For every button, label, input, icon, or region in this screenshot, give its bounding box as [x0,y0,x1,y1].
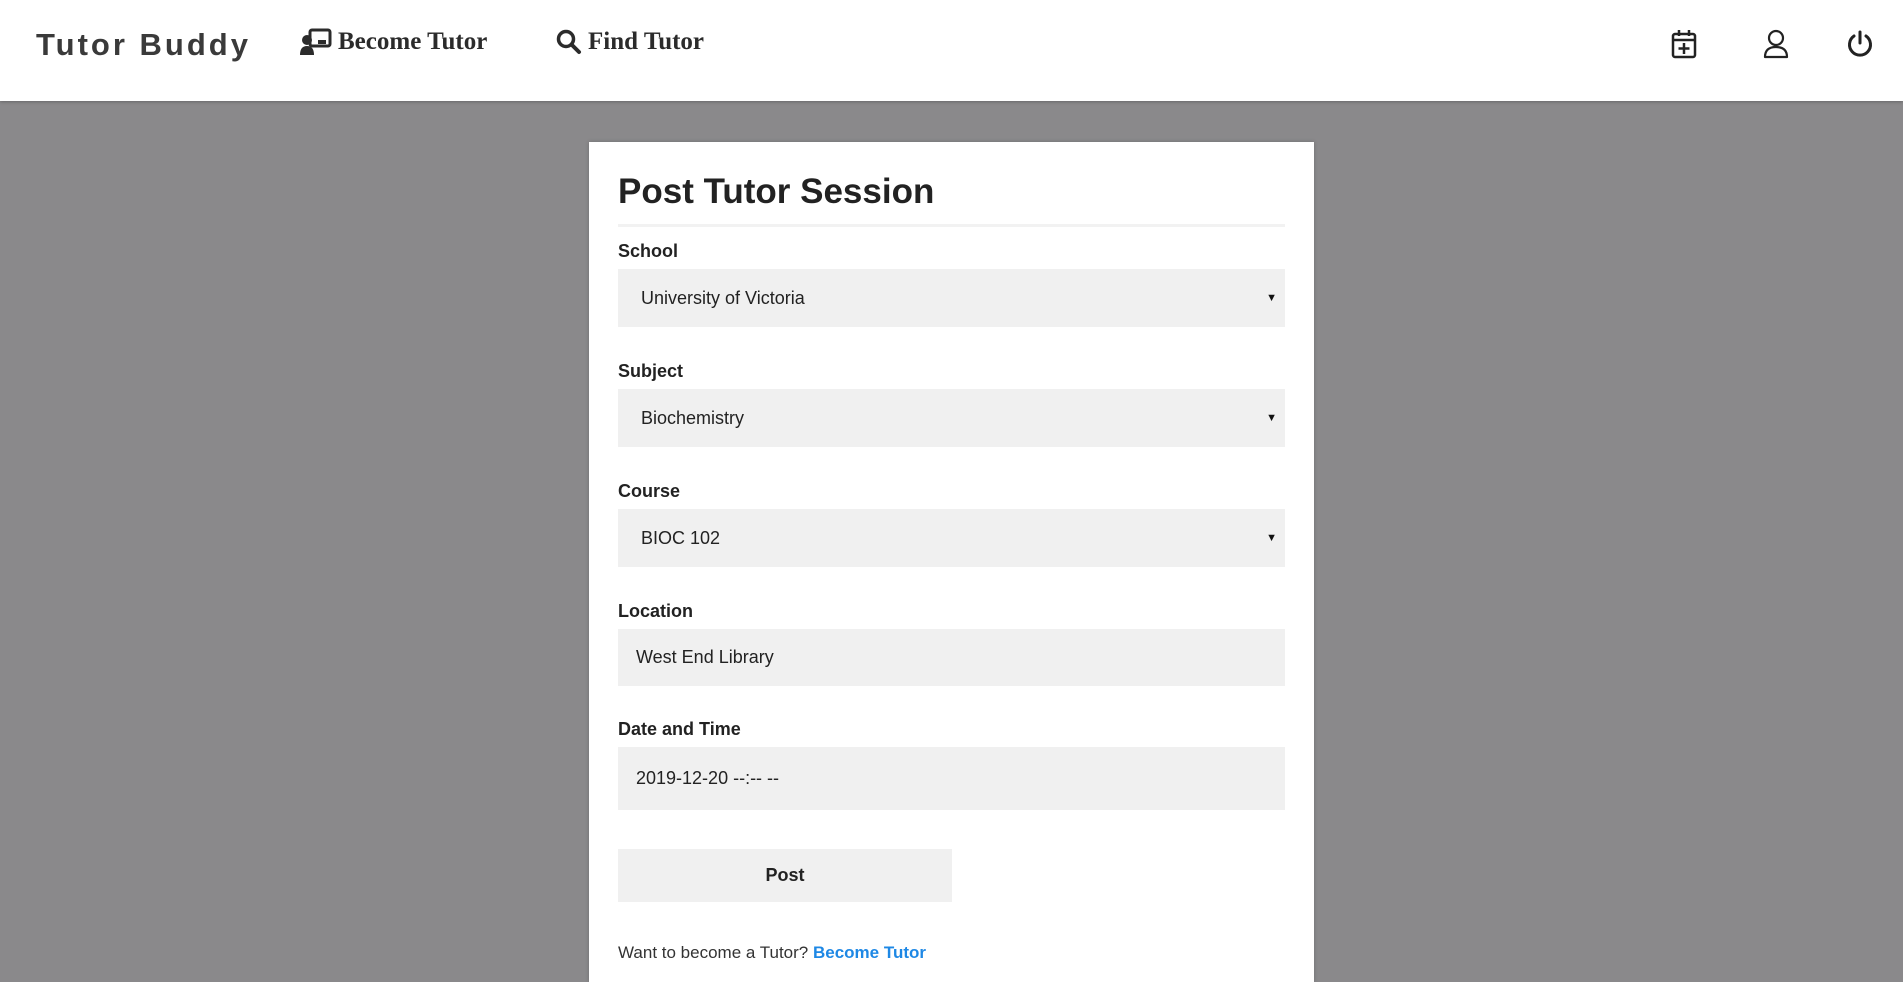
top-navbar: Tutor Buddy Become Tutor Find Tutor [0,0,1903,101]
location-value: West End Library [636,647,774,667]
post-button[interactable]: Post [618,849,952,902]
nav-become-tutor[interactable]: Become Tutor [300,28,487,56]
page-title: Post Tutor Session [618,172,935,211]
datetime-label: Date and Time [618,719,741,739]
post-session-card: Post Tutor Session School University of … [589,142,1314,982]
chevron-down-icon: ▼ [1266,292,1277,304]
course-select[interactable]: BIOC 102 ▼ [618,509,1285,567]
brand-logo[interactable]: Tutor Buddy [36,27,251,63]
school-label: School [618,241,679,261]
chevron-down-icon: ▼ [1266,532,1277,544]
become-tutor-prompt: Want to become a Tutor? Become Tutor [618,943,926,963]
school-select[interactable]: University of Victoria ▼ [618,269,1285,327]
calendar-plus-icon[interactable] [1668,28,1700,60]
datetime-input[interactable]: 2019-12-20 --:-- -- [618,747,1285,810]
chevron-down-icon: ▼ [1266,412,1277,424]
become-tutor-prompt-text: Want to become a Tutor? [618,943,809,962]
subject-label: Subject [618,361,684,381]
become-tutor-link[interactable]: Become Tutor [813,943,926,962]
subject-value: Biochemistry [641,407,745,428]
title-divider [618,224,1285,227]
nav-find-tutor-label: Find Tutor [588,28,705,55]
course-label: Course [618,481,681,501]
course-value: BIOC 102 [641,527,721,548]
subject-select[interactable]: Biochemistry ▼ [618,389,1285,447]
datetime-value: 2019-12-20 --:-- -- [636,768,780,788]
nav-become-tutor-label: Become Tutor [338,28,488,55]
chalkboard-teacher-icon [300,28,332,56]
nav-find-tutor[interactable]: Find Tutor [556,28,704,56]
school-value: University of Victoria [641,287,805,308]
search-icon [556,29,582,55]
location-label: Location [618,601,693,621]
power-logout-icon[interactable] [1844,28,1876,60]
user-profile-icon[interactable] [1760,28,1792,60]
location-input[interactable]: West End Library [618,629,1285,686]
